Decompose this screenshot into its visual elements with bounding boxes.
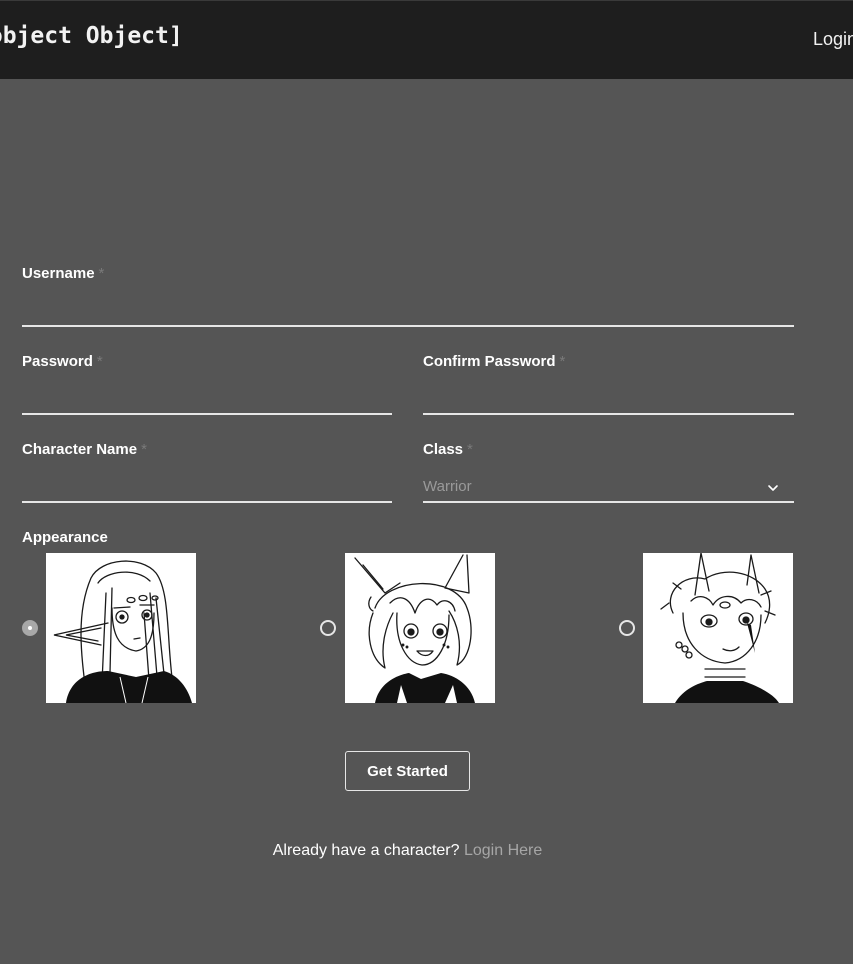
horned-boy-portrait-image: [643, 553, 793, 703]
app-title: [object Object]: [0, 23, 183, 49]
horned-boy-portrait[interactable]: [643, 553, 793, 703]
appearance-radio-2[interactable]: [320, 620, 336, 636]
character-name-field[interactable]: [22, 475, 392, 503]
password-label: Password *: [22, 353, 103, 370]
password-field[interactable]: [22, 387, 392, 415]
confirm-password-input[interactable]: [423, 387, 794, 413]
login-prompt: Already have a character? Login Here: [0, 842, 815, 860]
elf-girl-portrait[interactable]: [46, 553, 196, 703]
cat-girl-portrait-image: [345, 553, 495, 703]
appearance-radio-1[interactable]: [22, 620, 38, 636]
username-input[interactable]: [22, 299, 794, 325]
character-name-input[interactable]: [22, 475, 392, 501]
username-field[interactable]: [22, 299, 794, 327]
appearance-label: Appearance: [22, 529, 108, 546]
class-select[interactable]: Warrior: [423, 475, 794, 503]
nav-login-link[interactable]: Login: [813, 29, 853, 50]
appearance-radio-3[interactable]: [619, 620, 635, 636]
chevron-down-icon: [768, 485, 778, 491]
class-label: Class *: [423, 441, 473, 458]
confirm-password-label: Confirm Password *: [423, 353, 566, 370]
password-input[interactable]: [22, 387, 392, 413]
class-selected-value: Warrior: [423, 478, 472, 495]
login-here-link[interactable]: Login Here: [464, 842, 542, 859]
character-name-label: Character Name *: [22, 441, 147, 458]
login-prompt-text: Already have a character?: [272, 842, 460, 859]
confirm-password-field[interactable]: [423, 387, 794, 415]
top-bar: [object Object] Login: [0, 0, 853, 79]
cat-girl-portrait[interactable]: [345, 553, 495, 703]
get-started-button[interactable]: Get Started: [345, 751, 470, 791]
elf-girl-portrait-image: [46, 553, 196, 703]
username-label: Username *: [22, 265, 105, 282]
